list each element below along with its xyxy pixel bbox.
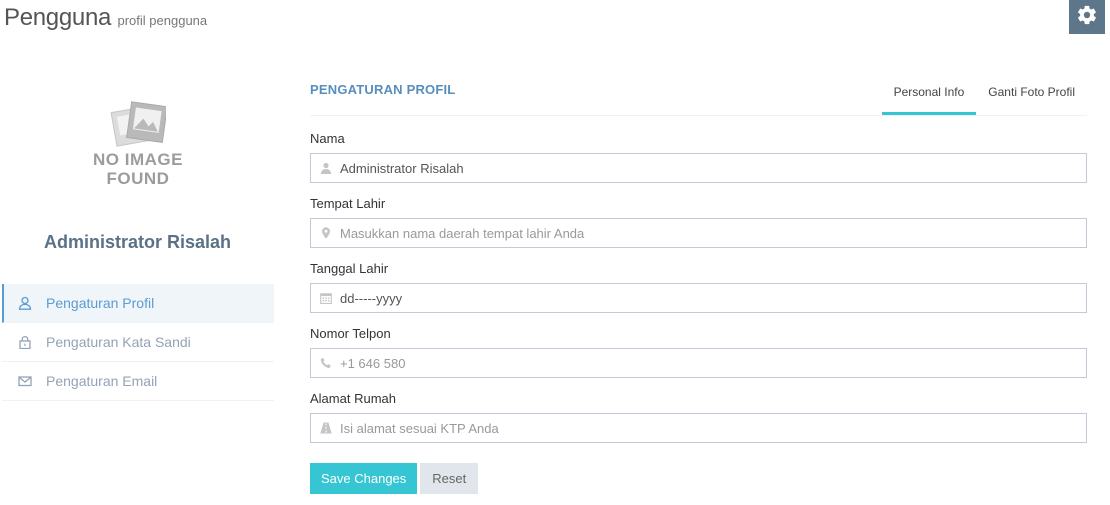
tempat-lahir-label: Tempat Lahir [310,196,386,211]
alamat-rumah-input-wrapper [310,413,1087,443]
personal-info-form: Nama Tempat Lahir Tanggal Lahir [310,131,1087,456]
tanggal-lahir-input-wrapper [310,283,1087,313]
menu-item-pengaturan-email[interactable]: Pengaturan Email [2,362,274,401]
panel-tabs: Personal Info Ganti Foto Profil [881,76,1087,115]
tempat-lahir-input[interactable] [340,219,1080,247]
nomor-telpon-label: Nomor Telpon [310,326,391,341]
form-group-tanggal-lahir: Tanggal Lahir [310,261,1087,313]
envelope-icon [18,374,32,388]
page-title: Pengguna profil pengguna [4,4,207,32]
save-changes-button[interactable]: Save Changes [310,463,418,494]
image-placeholder-icon [88,100,188,150]
profile-menu: Pengaturan Profil Pengaturan Kata Sandi … [2,284,274,401]
profile-image-placeholder: NO IMAGE FOUND [88,100,188,188]
user-icon [320,162,332,174]
no-image-text-line1: NO IMAGE [93,150,183,169]
profile-name: Administrator Risalah [43,232,232,252]
nomor-telpon-input[interactable] [340,349,1080,377]
road-icon [320,422,332,434]
nama-input[interactable] [340,154,1080,182]
form-group-tempat-lahir: Tempat Lahir [310,196,1087,248]
form-group-nomor-telpon: Nomor Telpon [310,326,1087,378]
alamat-rumah-input[interactable] [340,414,1080,442]
panel-header: PENGATURAN PROFIL Personal Info Ganti Fo… [310,76,1087,116]
tab-ganti-foto-profil[interactable]: Ganti Foto Profil [976,76,1087,115]
tanggal-lahir-label: Tanggal Lahir [310,261,389,276]
tanggal-lahir-input[interactable] [340,284,1080,312]
tempat-lahir-input-wrapper [310,218,1087,248]
form-group-alamat-rumah: Alamat Rumah [310,391,1087,443]
lock-icon [18,335,32,349]
calendar-icon [320,292,332,304]
alamat-rumah-label: Alamat Rumah [310,391,396,406]
profile-settings-panel: PENGATURAN PROFIL Personal Info Ganti Fo… [310,76,1087,494]
menu-item-label: Pengaturan Email [46,373,158,389]
phone-icon [320,357,332,369]
menu-item-label: Pengaturan Kata Sandi [46,334,191,350]
page-title-text: Pengguna [4,4,112,31]
nama-label: Nama [310,131,345,146]
nama-input-wrapper [310,153,1087,183]
form-group-nama: Nama [310,131,1087,183]
settings-button[interactable] [1069,0,1105,34]
reset-button[interactable]: Reset [420,463,479,494]
tab-personal-info[interactable]: Personal Info [881,76,977,115]
user-icon [18,296,32,310]
menu-item-pengaturan-profil[interactable]: Pengaturan Profil [2,284,274,323]
gear-icon [1076,4,1098,31]
form-actions: Save Changes Reset [310,463,479,494]
panel-title: PENGATURAN PROFIL [310,82,456,97]
menu-item-label: Pengaturan Profil [46,295,155,311]
nomor-telpon-input-wrapper [310,348,1087,378]
page-subtitle: profil pengguna [117,13,208,28]
no-image-text-line2: FOUND [106,169,170,188]
menu-item-pengaturan-kata-sandi[interactable]: Pengaturan Kata Sandi [2,323,274,362]
map-marker-icon [320,227,332,239]
